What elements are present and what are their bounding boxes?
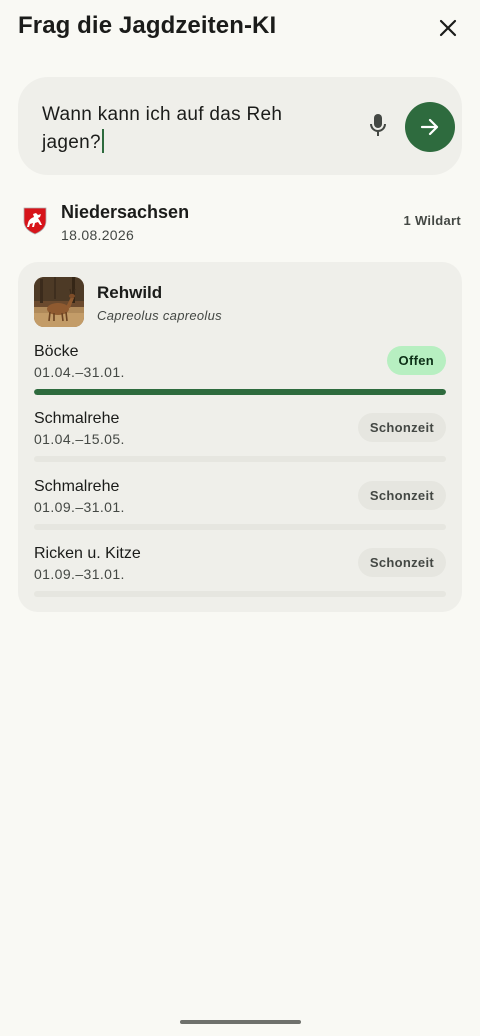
season-row: Ricken u. Kitze 01.09.–31.01. Schonzeit [34, 545, 446, 605]
question-line-1: Wann kann ich auf das Reh [42, 104, 283, 125]
season-name: Böcke [34, 343, 79, 360]
season-name: Schmalrehe [34, 410, 120, 427]
roe-deer-photo [34, 277, 84, 327]
question-input[interactable]: Wann kann ich auf das Reh jagen? [18, 77, 462, 175]
season-progress-fill [34, 389, 446, 395]
arrow-right-icon [420, 118, 439, 136]
send-button[interactable] [405, 102, 455, 152]
season-date-range: 01.09.–31.01. [34, 566, 125, 582]
top-bar: Frag die Jagdzeiten-KI [0, 0, 480, 56]
species-card[interactable]: Rehwild Capreolus capreolus Böcke 01.04.… [18, 262, 462, 612]
species-name: Rehwild [97, 283, 163, 302]
season-progress-bar [34, 456, 446, 462]
season-progress-bar [34, 591, 446, 597]
season-date-range: 01.04.–15.05. [34, 431, 125, 447]
species-count: 1 Wildart [403, 213, 461, 228]
status-badge: Schonzeit [357, 548, 446, 577]
season-date-range: 01.04.–31.01. [34, 364, 125, 380]
species-latin-name: Capreolus capreolus [97, 308, 222, 323]
season-name: Schmalrehe [34, 478, 120, 495]
voice-input-button[interactable] [364, 110, 392, 142]
microphone-icon [370, 114, 386, 136]
season-row: Schmalrehe 01.04.–15.05. Schonzeit [34, 410, 446, 470]
region-summary: Niedersachsen 18.08.2026 1 Wildart [0, 196, 480, 248]
text-cursor [101, 129, 104, 153]
season-date-range: 01.09.–31.01. [34, 499, 125, 515]
season-progress-bar [34, 524, 446, 530]
status-badge: Offen [386, 346, 446, 375]
region-name: Niedersachsen [61, 202, 190, 222]
question-text[interactable]: Wann kann ich auf das Reh jagen? [42, 101, 292, 157]
season-row: Böcke 01.04.–31.01. Offen [34, 343, 446, 403]
question-line-2: jagen? [42, 132, 101, 153]
status-badge: Schonzeit [357, 481, 446, 510]
season-name: Ricken u. Kitze [34, 545, 141, 562]
season-progress-bar [34, 389, 446, 395]
status-badge: Schonzeit [357, 413, 446, 442]
page-title: Frag die Jagdzeiten-KI [18, 12, 277, 39]
close-button[interactable] [432, 12, 464, 44]
close-icon [439, 19, 457, 37]
home-indicator[interactable] [180, 1020, 301, 1024]
region-date: 18.08.2026 [61, 227, 135, 243]
niedersachsen-crest-icon [23, 207, 47, 235]
season-row: Schmalrehe 01.09.–31.01. Schonzeit [34, 478, 446, 538]
